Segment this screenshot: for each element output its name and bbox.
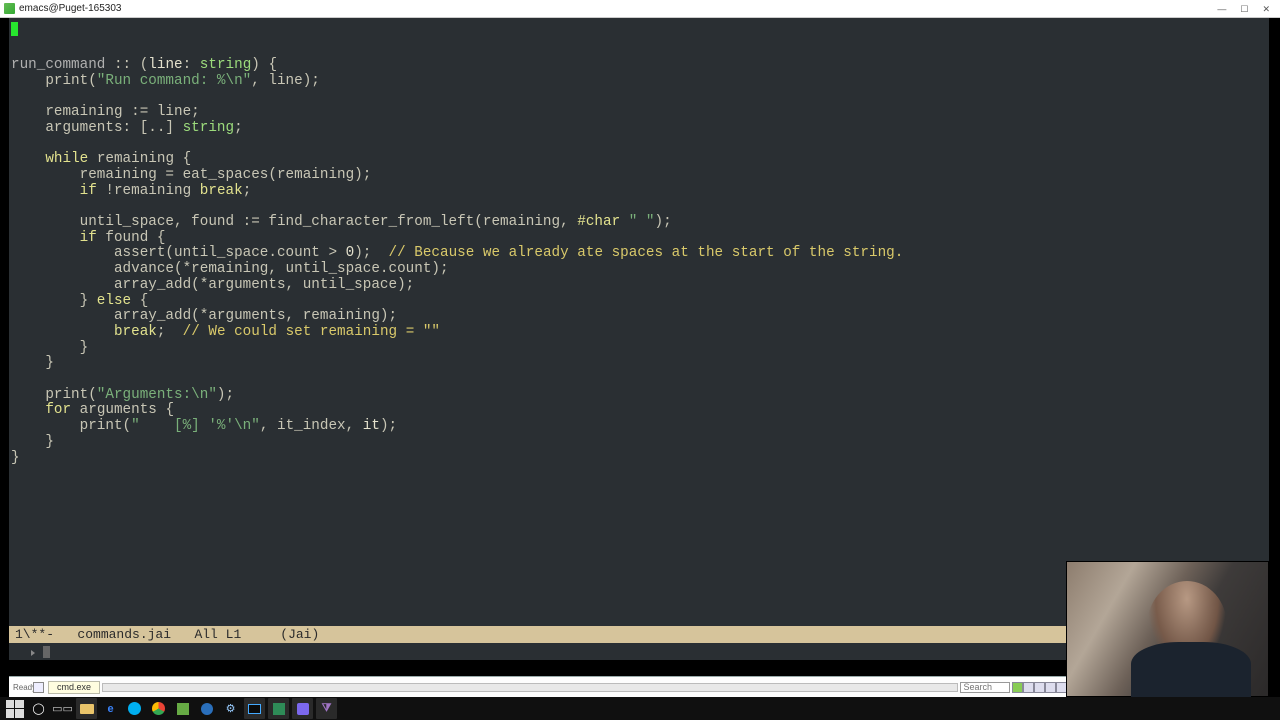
minimize-button[interactable]: — (1217, 4, 1226, 14)
terminal-icon[interactable] (244, 698, 265, 719)
windows-taskbar: ◯ ▭▭ e ⚙ ⧩ (0, 697, 1280, 720)
cmd-toolbar-icon[interactable] (33, 682, 44, 693)
cmd-toolbar-icons (33, 682, 44, 693)
modeline-mode: (Jai) (280, 627, 319, 642)
start-button[interactable] (4, 698, 25, 719)
code-buffer[interactable]: run_command :: (line: string) { print("R… (9, 18, 1269, 626)
app-icon-1[interactable] (172, 698, 193, 719)
cmd-search-next-icon[interactable] (1034, 682, 1045, 693)
window-title: emacs@Puget-165303 (19, 3, 121, 14)
edge-icon[interactable]: e (100, 698, 121, 719)
taskview-icon[interactable]: ▭▭ (52, 698, 73, 719)
cmd-search-opt-icon[interactable] (1012, 682, 1023, 693)
chrome-icon[interactable] (148, 698, 169, 719)
cmd-status-ready: Ready (13, 683, 25, 692)
cortana-icon[interactable]: ◯ (28, 698, 49, 719)
close-button[interactable]: ✕ (1262, 4, 1270, 15)
explorer-icon[interactable] (76, 698, 97, 719)
cmd-search-input[interactable] (960, 682, 1010, 693)
emacs-icon[interactable] (292, 698, 313, 719)
cmd-tab-label: cmd.exe (57, 682, 91, 692)
visualstudio-icon[interactable]: ⧩ (316, 698, 337, 719)
maximize-button[interactable]: ☐ (1240, 4, 1248, 15)
minibuffer-cursor (43, 646, 50, 658)
modeline-position: All L1 (194, 627, 241, 642)
cmd-search-close-icon[interactable] (1045, 682, 1056, 693)
cmd-tab[interactable]: cmd.exe (48, 681, 100, 694)
modeline-modified: 1\**- (15, 627, 54, 642)
app-icon-green[interactable] (268, 698, 289, 719)
webcam-overlay (1066, 561, 1269, 697)
cmd-scroll-track[interactable] (102, 683, 958, 692)
window-titlebar: emacs@Puget-165303 — ☐ ✕ (0, 0, 1280, 18)
app-icon-3[interactable]: ⚙ (220, 698, 241, 719)
modeline-filename: commands.jai (77, 627, 171, 642)
window-controls: — ☐ ✕ (1217, 0, 1280, 18)
skype-icon[interactable] (124, 698, 145, 719)
app-favicon (4, 3, 15, 14)
app-icon-2[interactable] (196, 698, 217, 719)
cmd-search-prev-icon[interactable] (1023, 682, 1034, 693)
